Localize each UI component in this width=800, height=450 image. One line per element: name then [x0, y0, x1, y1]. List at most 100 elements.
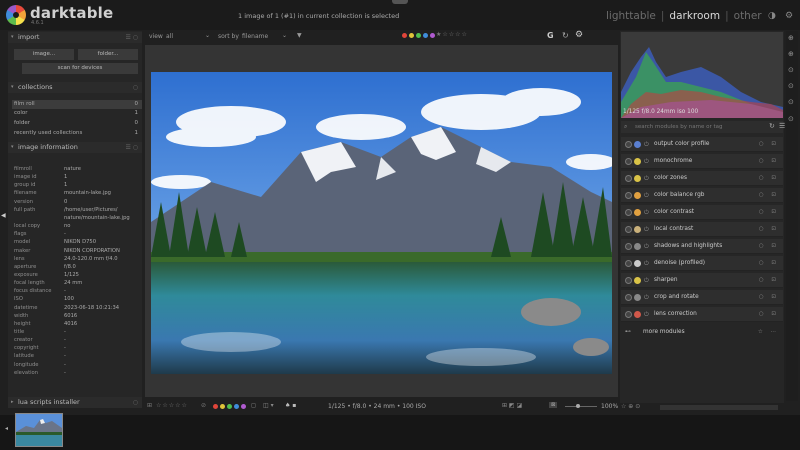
left-panel-toggle-icon[interactable]: ◀ [1, 212, 6, 219]
module-power-icon[interactable]: ⏻ [644, 290, 649, 305]
module-actions-icon[interactable]: ○ ⊡ [759, 290, 779, 305]
bottom-right-icons[interactable]: ☆ ⊕ ⊙ [621, 403, 640, 410]
module-power-icon[interactable]: ⏻ [644, 205, 649, 220]
module-actions-icon[interactable]: ○ ⊡ [759, 137, 779, 152]
scan-devices-button[interactable]: scan for devices [22, 63, 138, 74]
color-label-blue-icon[interactable] [234, 404, 239, 409]
module-reset-icon[interactable]: ○ [133, 82, 138, 93]
color-label-green-icon[interactable] [416, 33, 421, 38]
collections-module-header[interactable]: ▾ collections ○ [8, 82, 142, 93]
snapshot-icon[interactable]: ⊕ [788, 34, 794, 42]
module-row[interactable]: ⏻ denoise (profiled) ○ ⊡ [621, 256, 783, 271]
overlay-icons[interactable]: ⊞ ◩ ◪ [502, 402, 522, 409]
view-other[interactable]: other [734, 10, 762, 22]
view-filter-value[interactable]: all [166, 33, 173, 40]
star-rating[interactable]: ☆☆☆☆☆ [156, 402, 188, 409]
color-label-yellow-icon[interactable] [220, 404, 225, 409]
zoom-level[interactable]: 100% [601, 403, 618, 410]
color-picker-icon[interactable]: ⊙ [788, 66, 794, 74]
module-actions-icon[interactable]: ○ ⊡ [759, 154, 779, 169]
settings-gear-icon[interactable]: ⚙ [785, 11, 793, 21]
zoom-mode-icon[interactable]: ⊠ [549, 402, 558, 408]
histogram[interactable] [621, 32, 783, 118]
image-information-module-header[interactable]: ▾ image information ☰ ○ [8, 142, 142, 153]
module-row[interactable]: ⏻ sharpen ○ ⊡ [621, 273, 783, 288]
module-power-icon[interactable]: ⏻ [644, 273, 649, 288]
collection-film-roll[interactable]: film roll 0 [12, 100, 142, 109]
module-actions-icon[interactable]: ○ ⊡ [759, 205, 779, 220]
export-icon[interactable]: ⊙ [788, 115, 794, 123]
zoom-slider[interactable] [565, 406, 597, 407]
module-favorites-icon[interactable]: ☆ ⋯ [758, 325, 779, 340]
grid-icon[interactable]: ⊞ [147, 402, 152, 409]
reject-icon[interactable]: ⊘ [201, 402, 206, 409]
module-power-icon[interactable]: ⏻ [644, 171, 649, 186]
color-label-yellow-icon[interactable] [409, 33, 414, 38]
preset-icon[interactable]: ◫ ▾ [263, 402, 274, 409]
module-power-icon[interactable]: ⏻ [644, 154, 649, 169]
top-panel-toggle[interactable] [392, 0, 408, 4]
module-power-icon[interactable]: ⏻ [644, 256, 649, 271]
module-row[interactable]: ⏻ shadows and highlights ○ ⊡ [621, 239, 783, 254]
center-settings-gear-icon[interactable]: ⚙ [575, 30, 583, 40]
import-folder-button[interactable]: folder... [78, 49, 138, 60]
module-actions-icon[interactable]: ○ ⊡ [759, 256, 779, 271]
module-reset-icon[interactable]: ○ [133, 397, 138, 408]
star-rating-filter[interactable]: ★☆☆☆☆ [436, 31, 468, 38]
module-power-icon[interactable]: ⏻ [644, 137, 649, 152]
style-icon[interactable]: ♠ ▪ [285, 402, 296, 409]
module-row[interactable]: ⏻ output color profile ○ ⊡ [621, 137, 783, 152]
filmstrip-toggle-icon[interactable]: ◂ [5, 425, 8, 432]
color-label-blue-icon[interactable] [423, 33, 428, 38]
google-search-icon[interactable]: G [547, 31, 554, 40]
import-module-header[interactable]: ▾ import ☰ ○ [8, 32, 142, 43]
tagging-icon[interactable]: ⊙ [788, 82, 794, 90]
color-label-purple-icon[interactable] [241, 404, 246, 409]
module-presets-icon[interactable]: ☰ [779, 122, 785, 130]
module-actions-icon[interactable]: ○ ⊡ [759, 188, 779, 203]
module-power-icon[interactable]: ⏻ [644, 239, 649, 254]
module-actions-icon[interactable]: ○ ⊡ [759, 307, 779, 322]
view-lighttable[interactable]: lighttable [606, 10, 656, 22]
dropdown-chevron-icon[interactable]: ⌄ [282, 32, 287, 39]
module-row[interactable]: ⏻ local contrast ○ ⊡ [621, 222, 783, 237]
module-power-icon[interactable]: ⏻ [644, 188, 649, 203]
collection-folder[interactable]: folder 0 [12, 119, 142, 128]
module-presets-icon[interactable]: ☰ ○ [125, 142, 138, 153]
color-label-purple-icon[interactable] [430, 33, 435, 38]
module-search-input[interactable]: search modules by name or tag [621, 121, 783, 133]
clear-labels-icon[interactable]: ◻ [251, 402, 256, 409]
sort-value[interactable]: filename [242, 33, 268, 40]
module-row[interactable]: ⏻ color zones ○ ⊡ [621, 171, 783, 186]
right-panel-scrollbar[interactable] [660, 405, 778, 410]
collection-recent[interactable]: recently used collections 1 [12, 129, 142, 138]
module-actions-icon[interactable]: ○ ⊡ [759, 171, 779, 186]
refresh-icon[interactable]: ↻ [562, 31, 569, 40]
zoom-slider-handle[interactable] [576, 404, 580, 408]
color-label-red-icon[interactable] [213, 404, 218, 409]
color-label-red-icon[interactable] [402, 33, 407, 38]
module-actions-icon[interactable]: ○ ⊡ [759, 222, 779, 237]
global-preferences-icon[interactable]: ◑ [768, 11, 776, 21]
view-darkroom[interactable]: darkroom [669, 10, 720, 22]
collection-color[interactable]: color 1 [12, 109, 142, 118]
module-power-icon[interactable]: ⏻ [644, 222, 649, 237]
module-row[interactable]: ⏻ crop and rotate ○ ⊡ [621, 290, 783, 305]
filmstrip-thumbnail-mountain-lake[interactable] [15, 413, 63, 447]
module-actions-icon[interactable]: ○ ⊡ [759, 239, 779, 254]
lua-scripts-module-header[interactable]: ▸ lua scripts installer ○ [8, 397, 142, 408]
reset-search-icon[interactable]: ↻ [769, 122, 775, 130]
import-image-button[interactable]: image... [14, 49, 74, 60]
module-row[interactable]: ⏻ monochrome ○ ⊡ [621, 154, 783, 169]
color-label-green-icon[interactable] [227, 404, 232, 409]
image-info-icon[interactable]: ⊙ [788, 98, 794, 106]
more-modules-row[interactable]: ⊷ more modules ☆ ⋯ [621, 325, 783, 340]
module-presets-icon[interactable]: ☰ ○ [125, 32, 138, 43]
module-power-icon[interactable]: ⏻ [644, 307, 649, 322]
dropdown-chevron-icon[interactable]: ⌄ [205, 32, 210, 39]
module-row[interactable]: ⏻ color balance rgb ○ ⊡ [621, 188, 783, 203]
sort-order-icon[interactable]: ▼ [297, 32, 302, 39]
module-row[interactable]: ⏻ lens correction ○ ⊡ [621, 307, 783, 322]
module-row[interactable]: ⏻ color contrast ○ ⊡ [621, 205, 783, 220]
history-icon[interactable]: ⊕ [788, 50, 794, 58]
